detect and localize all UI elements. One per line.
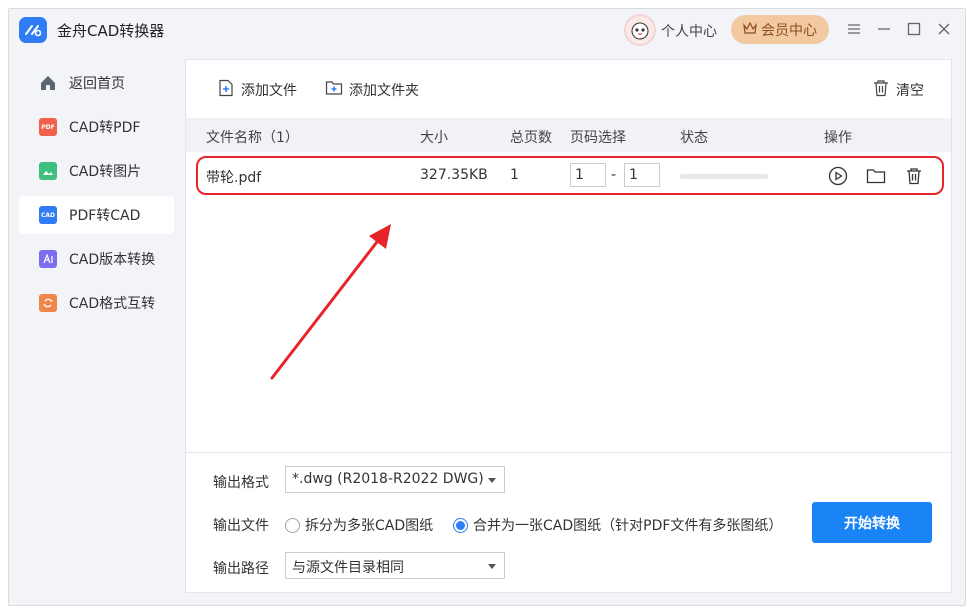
- sidebar-item-cad-to-image[interactable]: CAD转图片: [19, 152, 174, 190]
- play-icon[interactable]: [827, 165, 849, 187]
- output-file-label: 输出文件: [213, 518, 269, 534]
- menu-icon[interactable]: [844, 19, 864, 39]
- main-panel: 添加文件 添加文件夹 清空 文件名称（1） 大小 总页数 页码选择 状态 操作 …: [185, 59, 952, 593]
- column-header-size: 大小: [420, 130, 448, 146]
- radio-checked-icon: [453, 517, 468, 533]
- page-range-separator: -: [611, 167, 617, 183]
- output-format-select[interactable]: *.dwg (R2018-R2022 DWG): [285, 466, 505, 493]
- home-icon: [39, 74, 57, 92]
- output-format-label: 输出格式: [213, 475, 269, 491]
- sidebar-item-label: PDF转CAD: [69, 208, 141, 224]
- user-avatar-icon[interactable]: [624, 14, 656, 46]
- start-convert-button[interactable]: 开始转换: [812, 502, 932, 543]
- merge-option-radio[interactable]: 合并为一张CAD图纸（针对PDF文件有多张图纸）: [453, 515, 782, 535]
- clear-button[interactable]: 清空: [872, 79, 924, 101]
- app-title: 金舟CAD转换器: [57, 22, 165, 40]
- output-format-value: *.dwg (R2018-R2022 DWG): [292, 471, 484, 487]
- trash-icon: [872, 79, 890, 101]
- sidebar-item-label: CAD版本转换: [69, 252, 156, 268]
- close-icon[interactable]: [934, 19, 954, 39]
- add-folder-label: 添加文件夹: [349, 83, 419, 99]
- image-file-icon: [39, 162, 57, 180]
- add-folder-button[interactable]: 添加文件夹: [325, 79, 419, 101]
- chevron-down-icon: [488, 478, 496, 483]
- cad-file-icon: CAD: [39, 206, 57, 224]
- split-option-label: 拆分为多张CAD图纸: [305, 518, 434, 534]
- page-from-input[interactable]: [570, 163, 606, 187]
- minimize-icon[interactable]: [874, 19, 894, 39]
- user-center-link[interactable]: 个人中心: [661, 21, 717, 41]
- sidebar-item-pdf-to-cad[interactable]: CAD PDF转CAD: [19, 196, 174, 234]
- table-row: 带轮.pdf 327.35KB 1 -: [186, 157, 951, 195]
- output-path-label: 输出路径: [213, 561, 269, 577]
- split-option-radio[interactable]: 拆分为多张CAD图纸: [285, 515, 433, 535]
- add-file-button[interactable]: 添加文件: [217, 79, 297, 101]
- version-file-icon: [39, 250, 57, 268]
- format-convert-icon: [39, 294, 57, 312]
- pdf-file-icon: PDF: [39, 118, 57, 136]
- sidebar-item-cad-format[interactable]: CAD格式互转: [19, 284, 174, 322]
- sidebar-item-label: 返回首页: [69, 76, 125, 92]
- conversion-progress-bar: [680, 174, 768, 179]
- sidebar-item-label: CAD转PDF: [69, 120, 141, 136]
- sidebar-item-cad-version[interactable]: CAD版本转换: [19, 240, 174, 278]
- clear-label: 清空: [896, 83, 924, 99]
- crown-icon: [743, 21, 757, 38]
- page-to-input[interactable]: [624, 163, 660, 187]
- page-count: 1: [510, 167, 519, 183]
- add-folder-icon: [325, 79, 343, 101]
- title-bar: 金舟CAD转换器 个人中心 会员中心: [9, 9, 965, 51]
- output-settings: 输出格式 *.dwg (R2018-R2022 DWG) 输出文件 拆分为多张C…: [186, 452, 951, 592]
- radio-unchecked-icon: [285, 517, 300, 533]
- column-header-name: 文件名称（1）: [206, 130, 299, 146]
- output-path-select[interactable]: 与源文件目录相同: [285, 552, 505, 579]
- vip-center-label: 会员中心: [761, 22, 817, 39]
- chevron-down-icon: [488, 564, 496, 569]
- file-name: 带轮.pdf: [206, 170, 262, 186]
- column-header-page-select: 页码选择: [570, 130, 626, 146]
- sidebar-item-label: CAD转图片: [69, 164, 142, 180]
- folder-icon[interactable]: [865, 165, 887, 187]
- table-header: 文件名称（1） 大小 总页数 页码选择 状态 操作: [186, 118, 951, 152]
- app-window: 金舟CAD转换器 个人中心 会员中心 返回首页 PDF CAD转PDF CAD转…: [8, 8, 966, 606]
- delete-icon[interactable]: [903, 165, 925, 187]
- output-path-value: 与源文件目录相同: [292, 560, 404, 576]
- sidebar-item-label: CAD格式互转: [69, 296, 156, 312]
- merge-option-label: 合并为一张CAD图纸（针对PDF文件有多张图纸）: [473, 518, 783, 534]
- column-header-actions: 操作: [824, 130, 852, 146]
- add-file-label: 添加文件: [241, 83, 297, 99]
- sidebar-item-cad-to-pdf[interactable]: PDF CAD转PDF: [19, 108, 174, 146]
- vip-center-button[interactable]: 会员中心: [731, 15, 829, 44]
- column-header-pages: 总页数: [510, 130, 552, 146]
- column-header-status: 状态: [680, 130, 708, 146]
- file-size: 327.35KB: [420, 167, 488, 183]
- maximize-icon[interactable]: [904, 19, 924, 39]
- sidebar-item-home[interactable]: 返回首页: [19, 64, 174, 102]
- app-logo-icon: [19, 17, 47, 43]
- add-file-icon: [217, 79, 235, 101]
